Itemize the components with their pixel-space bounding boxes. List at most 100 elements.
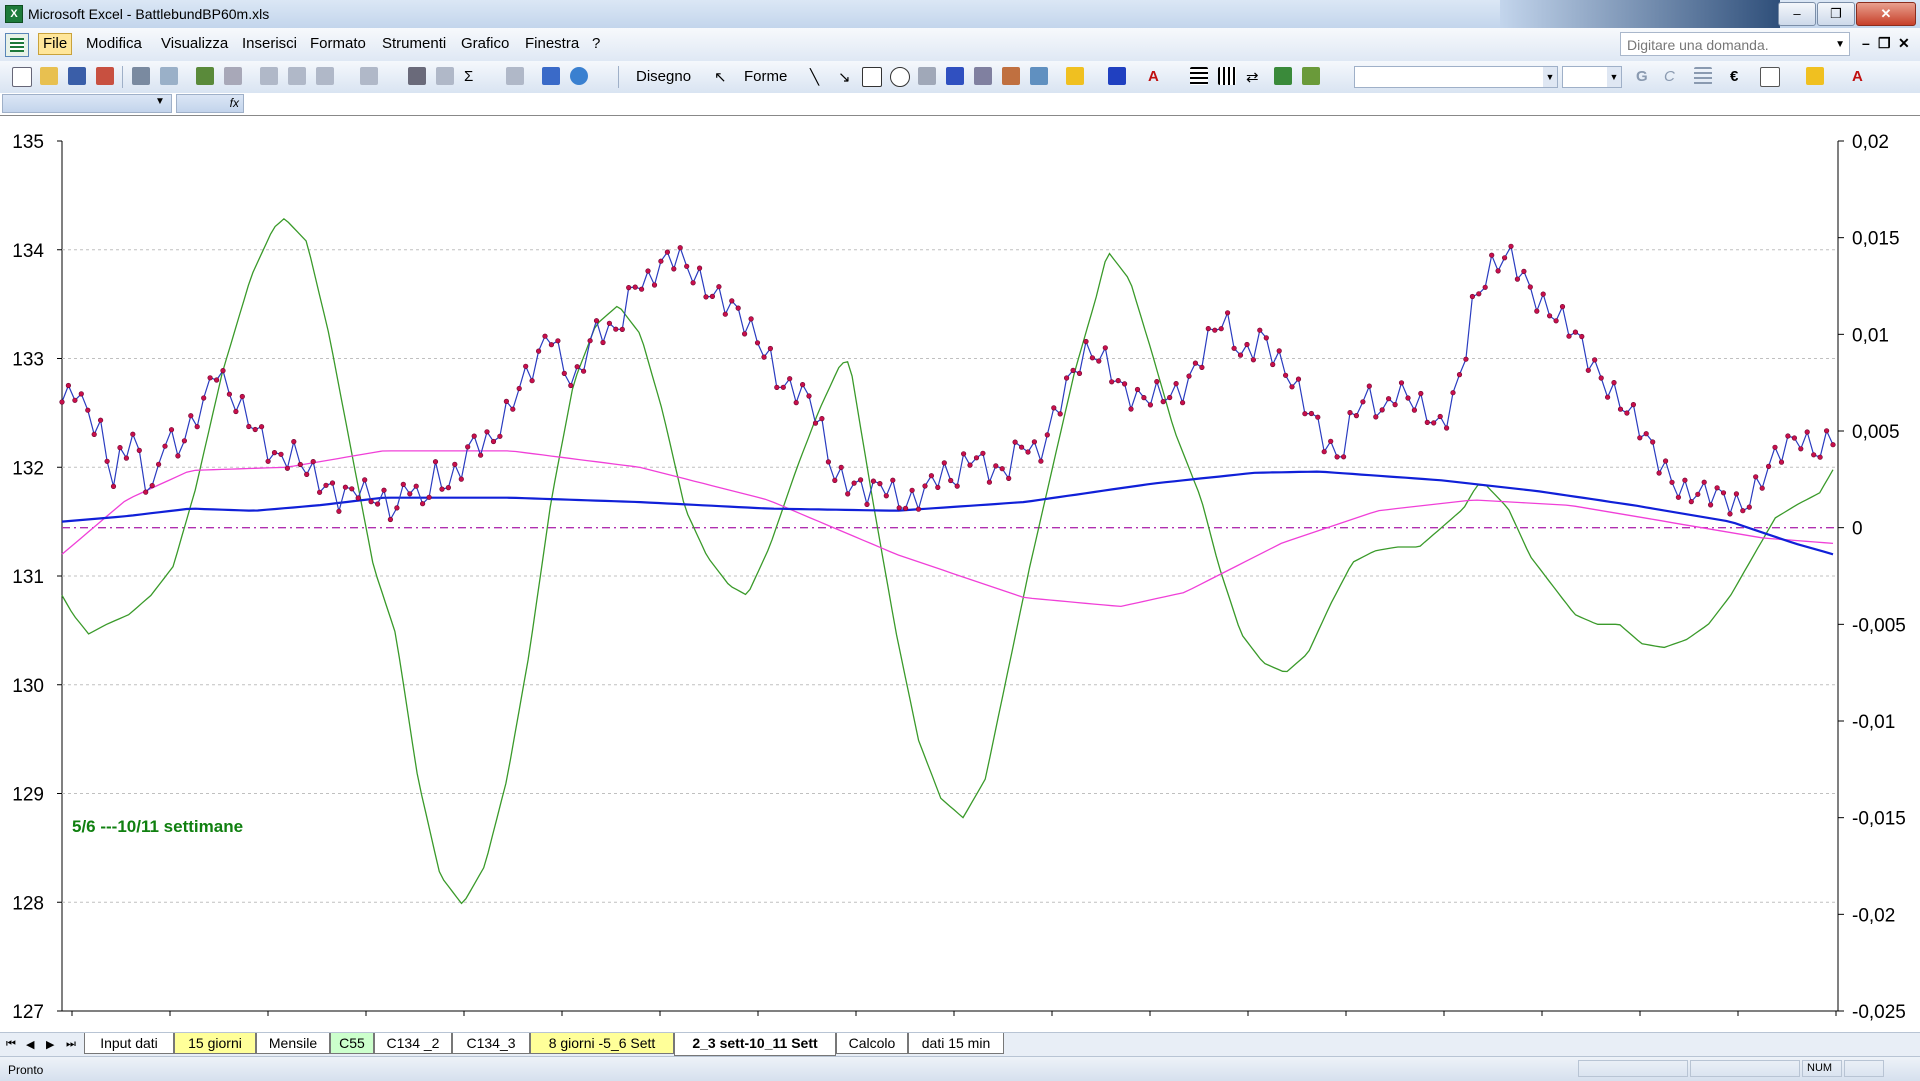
paste-icon[interactable]	[316, 67, 334, 85]
chart-svg[interactable]: 135 134 133 132 131 130 129 128 127 0,02 0,015 0,01…	[0, 116, 1920, 1032]
picture-icon[interactable]	[1030, 67, 1048, 85]
line-color-icon[interactable]	[1108, 67, 1126, 85]
cursor-icon[interactable]: ↖	[714, 68, 727, 86]
euro-icon[interactable]: €	[1730, 68, 1738, 85]
arrow-icon[interactable]: ↘	[838, 68, 851, 86]
help-search-input[interactable]: Digitare una domanda. ▼	[1620, 32, 1850, 56]
prev-sheet-icon[interactable]: ◀	[26, 1038, 34, 1051]
spelling-icon[interactable]	[196, 67, 214, 85]
chart-area[interactable]: 135 134 133 132 131 130 129 128 127 0,02 0,015 0,01…	[0, 116, 1920, 1032]
chevron-down-icon[interactable]: ▼	[1835, 33, 1845, 57]
diagram-icon[interactable]	[974, 67, 992, 85]
close-button[interactable]: ✕	[1856, 2, 1916, 26]
oval-icon[interactable]	[890, 67, 910, 87]
price-marker	[754, 340, 761, 346]
worksheet-icon[interactable]	[5, 33, 29, 57]
sheet-tab-8-giorni[interactable]: 8 giorni -5_6 Sett	[530, 1033, 674, 1054]
price-marker	[613, 326, 619, 332]
line-style-icon[interactable]	[1190, 67, 1208, 85]
cut-icon[interactable]	[260, 67, 278, 85]
sheet-tab-c134-3[interactable]: C134_3	[452, 1033, 530, 1054]
font-size-select[interactable]: ▼	[1562, 66, 1622, 88]
bold-icon[interactable]: G	[1636, 68, 1648, 85]
restore-button[interactable]: ❐	[1817, 2, 1855, 26]
3d-icon[interactable]	[1302, 67, 1320, 85]
chart-wizard-icon[interactable]	[542, 67, 560, 85]
research-icon[interactable]	[224, 67, 242, 85]
insert-hyperlink-icon[interactable]	[408, 67, 426, 85]
sheet-tab-mensile[interactable]: Mensile	[256, 1033, 330, 1054]
copy-icon[interactable]	[288, 67, 306, 85]
cell-font-color-icon[interactable]: A	[1852, 68, 1863, 85]
price-marker	[136, 447, 142, 454]
doc-minimize-button[interactable]: –	[1862, 35, 1870, 51]
permission-icon[interactable]	[96, 67, 114, 85]
excel-icon[interactable]: X	[5, 5, 23, 23]
price-marker	[703, 294, 709, 300]
open-icon[interactable]	[40, 67, 58, 85]
price-marker	[445, 485, 452, 491]
borders-icon[interactable]	[1760, 67, 1780, 87]
chevron-down-icon[interactable]: ▼	[1607, 67, 1621, 87]
sort-icon[interactable]	[506, 67, 524, 85]
help-icon[interactable]	[570, 67, 588, 85]
chevron-down-icon[interactable]: ▼	[155, 96, 165, 107]
dash-style-icon[interactable]	[1218, 67, 1236, 85]
menu-file[interactable]: File	[38, 33, 73, 55]
first-sheet-icon[interactable]: ⏮	[6, 1038, 16, 1051]
drawing-menu[interactable]: Disegno	[636, 68, 691, 85]
hyperlink-icon[interactable]	[436, 67, 454, 85]
autosum-icon[interactable]: Σ	[464, 68, 473, 85]
wordart-icon[interactable]	[946, 67, 964, 85]
price-marker	[271, 450, 278, 456]
new-icon[interactable]	[12, 67, 32, 87]
sheet-tab-dati-15-min[interactable]: dati 15 min	[908, 1033, 1004, 1054]
print-preview-icon[interactable]	[160, 67, 178, 85]
price-marker	[503, 398, 510, 405]
menu-formato[interactable]: Formato	[306, 34, 370, 54]
fx-icon[interactable]: fx	[176, 94, 244, 113]
sheet-tab-calcolo[interactable]: Calcolo	[836, 1033, 908, 1054]
price-marker	[1604, 394, 1611, 400]
font-name-select[interactable]: ▼	[1354, 66, 1558, 88]
shapes-menu[interactable]: Forme	[744, 68, 787, 85]
price-marker	[362, 477, 368, 483]
price-marker	[1637, 435, 1643, 441]
chart-element-select[interactable]: ▼	[2, 94, 172, 113]
price-marker	[799, 382, 806, 388]
menu-inserisci[interactable]: Inserisci	[238, 34, 301, 54]
fill-color-icon[interactable]	[1066, 67, 1084, 85]
font-color-icon[interactable]: A	[1148, 68, 1159, 85]
doc-close-button[interactable]: ✕	[1898, 35, 1910, 52]
rectangle-icon[interactable]	[862, 67, 882, 87]
print-icon[interactable]	[132, 67, 150, 85]
italic-icon[interactable]: C	[1664, 68, 1675, 85]
sheet-tab-c55[interactable]: C55	[330, 1033, 374, 1054]
cell-fill-icon[interactable]	[1806, 67, 1824, 85]
shadow-icon[interactable]	[1274, 67, 1292, 85]
save-icon[interactable]	[68, 67, 86, 85]
sheet-tab-input-dati[interactable]: Input dati	[84, 1033, 174, 1054]
undo-icon[interactable]	[360, 67, 378, 85]
clipart-icon[interactable]	[1002, 67, 1020, 85]
menu-help[interactable]: ?	[588, 34, 604, 54]
sheet-tab-15-giorni[interactable]: 15 giorni	[174, 1033, 256, 1054]
next-sheet-icon[interactable]: ▶	[46, 1038, 54, 1051]
chevron-down-icon[interactable]: ▼	[1543, 67, 1557, 87]
arrow-style-icon[interactable]: ⇄	[1246, 68, 1259, 86]
align-center-icon[interactable]	[1694, 67, 1712, 85]
textbox-icon[interactable]	[918, 67, 936, 85]
sheet-tab-2-3-sett[interactable]: 2_3 sett-10_11 Sett	[674, 1033, 836, 1056]
menu-visualizza[interactable]: Visualizza	[157, 34, 232, 54]
price-marker	[973, 455, 980, 461]
line-icon[interactable]: ╲	[810, 68, 819, 86]
doc-restore-button[interactable]: ❐	[1878, 35, 1891, 52]
menu-strumenti[interactable]: Strumenti	[378, 34, 450, 54]
title-bar: X Microsoft Excel - BattlebundBP60m.xls …	[0, 0, 1920, 29]
menu-finestra[interactable]: Finestra	[521, 34, 583, 54]
minimize-button[interactable]: –	[1778, 2, 1816, 26]
last-sheet-icon[interactable]: ⏭	[66, 1038, 76, 1051]
menu-modifica[interactable]: Modifica	[82, 34, 146, 54]
sheet-tab-c134-2[interactable]: C134 _2	[374, 1033, 452, 1054]
menu-grafico[interactable]: Grafico	[457, 34, 513, 54]
